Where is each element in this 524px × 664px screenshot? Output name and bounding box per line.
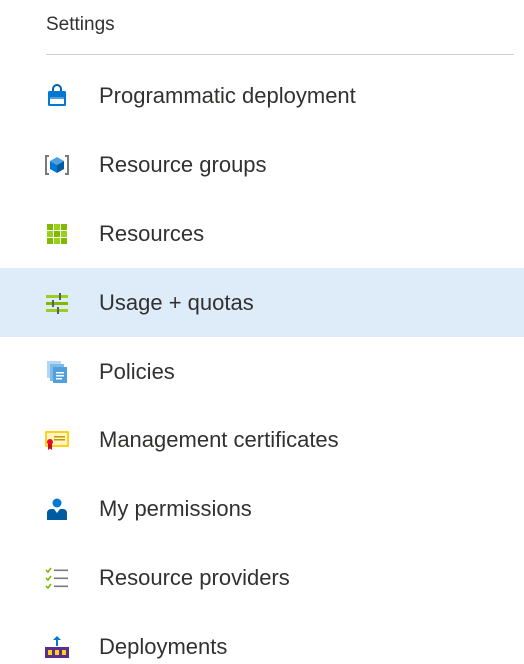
menu-item-deployments[interactable]: Deployments xyxy=(0,612,524,664)
menu-item-label: My permissions xyxy=(99,496,252,522)
menu-item-resources[interactable]: Resources xyxy=(0,200,524,269)
user-permissions-icon xyxy=(44,496,70,522)
menu-item-resource-providers[interactable]: Resource providers xyxy=(0,544,524,613)
menu-item-usage-quotas[interactable]: Usage + quotas xyxy=(0,268,524,338)
menu-item-label: Deployments xyxy=(99,633,228,659)
menu-item-label: Usage + quotas xyxy=(99,289,254,315)
settings-menu: Programmatic deployment Resource groups xyxy=(0,62,524,664)
usage-quotas-icon xyxy=(44,290,70,316)
checklist-icon xyxy=(44,565,70,591)
menu-item-label: Management certificates xyxy=(99,427,339,453)
menu-item-label: Policies xyxy=(99,358,175,384)
shopping-bag-icon xyxy=(44,83,70,109)
menu-item-label: Resource providers xyxy=(99,564,290,590)
policy-documents-icon xyxy=(44,359,70,385)
menu-item-management-certificates[interactable]: Management certificates xyxy=(0,406,524,475)
section-title: Settings xyxy=(46,14,115,35)
grid-icon xyxy=(44,221,70,247)
menu-item-label: Resources xyxy=(99,220,205,246)
section-divider xyxy=(46,54,514,55)
menu-item-programmatic-deployment[interactable]: Programmatic deployment xyxy=(0,62,524,131)
menu-item-label: Resource groups xyxy=(99,152,267,178)
settings-panel: Settings Programmatic deployment Resourc… xyxy=(0,0,524,664)
menu-item-label: Programmatic deployment xyxy=(99,83,356,109)
resource-group-cube-icon xyxy=(44,152,70,178)
certificate-icon xyxy=(44,427,70,453)
menu-item-policies[interactable]: Policies xyxy=(0,337,524,406)
deployment-upload-icon xyxy=(44,634,70,660)
menu-item-my-permissions[interactable]: My permissions xyxy=(0,475,524,544)
menu-item-resource-groups[interactable]: Resource groups xyxy=(0,131,524,200)
